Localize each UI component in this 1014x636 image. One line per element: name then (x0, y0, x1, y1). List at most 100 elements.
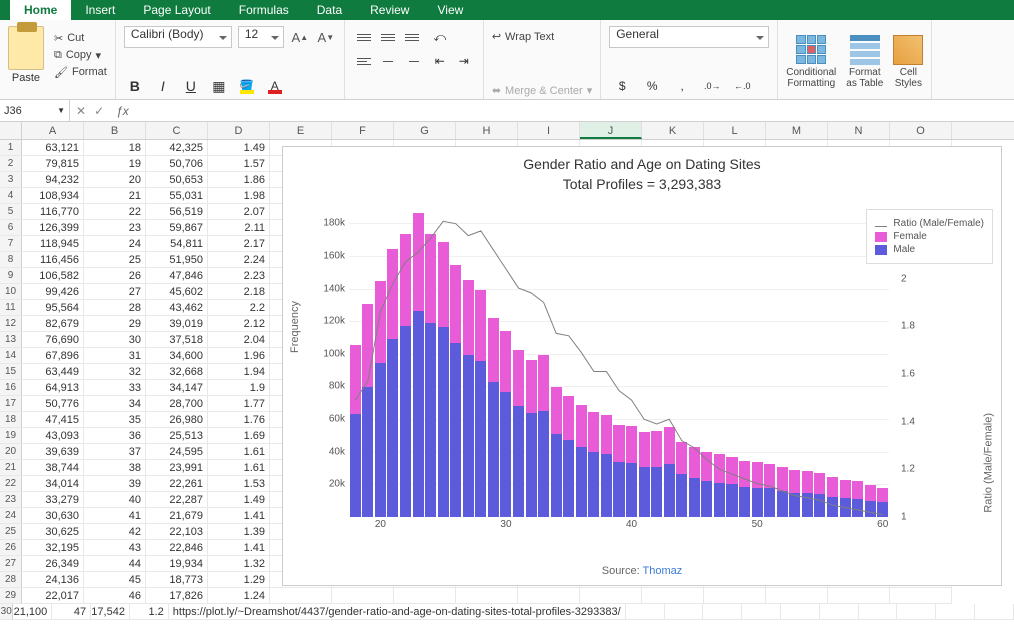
row-header[interactable]: 26 (0, 540, 22, 556)
cell[interactable]: 39,019 (146, 316, 208, 332)
cell[interactable]: 24,136 (22, 572, 84, 588)
column-header[interactable]: O (890, 122, 952, 139)
cell[interactable]: 1.49 (208, 492, 270, 508)
cell[interactable]: 1.41 (208, 540, 270, 556)
row-header[interactable]: 22 (0, 476, 22, 492)
cell[interactable]: 1.39 (208, 524, 270, 540)
cell[interactable]: 43,462 (146, 300, 208, 316)
font-size-select[interactable]: 12 (238, 26, 284, 48)
cell[interactable] (936, 604, 975, 620)
formula-input[interactable] (129, 100, 1014, 121)
comma-button[interactable]: , (669, 75, 695, 97)
cell[interactable]: 56,519 (146, 204, 208, 220)
cell[interactable] (270, 588, 332, 604)
cell[interactable]: 37 (84, 444, 146, 460)
tab-formulas[interactable]: Formulas (225, 0, 303, 20)
cell[interactable]: 26,349 (22, 556, 84, 572)
cell[interactable]: 41 (84, 508, 146, 524)
cell[interactable]: 1.94 (208, 364, 270, 380)
row-header[interactable]: 10 (0, 284, 22, 300)
cell[interactable]: https://plot.ly/~Dreamshot/4437/gender-r… (169, 604, 626, 620)
cell[interactable] (456, 588, 518, 604)
column-header[interactable]: L (704, 122, 766, 139)
row-header[interactable]: 8 (0, 252, 22, 268)
cell[interactable]: 1.61 (208, 460, 270, 476)
cell[interactable] (828, 588, 890, 604)
cell[interactable]: 108,934 (22, 188, 84, 204)
increase-decimal-button[interactable]: .0→ (699, 75, 725, 97)
row-header[interactable]: 1 (0, 140, 22, 156)
cell[interactable]: 47 (52, 604, 91, 620)
italic-button[interactable]: I (152, 75, 174, 97)
cell[interactable]: 43 (84, 540, 146, 556)
cell[interactable]: 1.76 (208, 412, 270, 428)
cell[interactable]: 54,811 (146, 236, 208, 252)
row-header[interactable]: 25 (0, 524, 22, 540)
cell[interactable]: 1.49 (208, 140, 270, 156)
row-header[interactable]: 16 (0, 380, 22, 396)
row-header[interactable]: 14 (0, 348, 22, 364)
cell[interactable] (704, 588, 766, 604)
clipboard-icon[interactable] (8, 26, 44, 70)
paste-button[interactable]: Paste (12, 72, 40, 84)
column-header[interactable]: M (766, 122, 828, 139)
align-left-button[interactable] (353, 50, 375, 72)
cell[interactable]: 36 (84, 428, 146, 444)
cell[interactable]: 1.57 (208, 156, 270, 172)
border-button[interactable]: ▦ (208, 75, 230, 97)
cell[interactable]: 2.18 (208, 284, 270, 300)
cell[interactable]: 2.17 (208, 236, 270, 252)
row-header[interactable]: 7 (0, 236, 22, 252)
format-painter-button[interactable]: 🖌 Format (54, 66, 107, 79)
cell[interactable]: 1.32 (208, 556, 270, 572)
cell[interactable]: 42 (84, 524, 146, 540)
font-color-button[interactable]: A (264, 75, 286, 97)
cell[interactable]: 24 (84, 236, 146, 252)
embedded-chart[interactable]: Gender Ratio and Age on Dating Sites Tot… (282, 146, 1002, 586)
cell[interactable]: 22,017 (22, 588, 84, 604)
increase-font-button[interactable]: A▲ (290, 27, 310, 47)
cell[interactable]: 19,934 (146, 556, 208, 572)
name-box[interactable]: J36 ▼ (0, 100, 70, 121)
cell[interactable]: 67,896 (22, 348, 84, 364)
cell[interactable] (642, 588, 704, 604)
cell[interactable] (626, 604, 665, 620)
source-link[interactable]: Thomaz (643, 565, 683, 577)
cell[interactable]: 46 (84, 588, 146, 604)
format-as-table-button[interactable]: Format as Table (846, 35, 883, 89)
cell[interactable]: 1.86 (208, 172, 270, 188)
align-center-button[interactable] (377, 50, 399, 72)
cell[interactable]: 1.96 (208, 348, 270, 364)
column-header[interactable]: A (22, 122, 84, 139)
underline-button[interactable]: U (180, 75, 202, 97)
cell[interactable]: 63,121 (22, 140, 84, 156)
decrease-indent-button[interactable]: ⇤ (429, 50, 451, 72)
cell[interactable]: 25,513 (146, 428, 208, 444)
column-header[interactable]: C (146, 122, 208, 139)
cell[interactable]: 22,103 (146, 524, 208, 540)
cell[interactable]: 26 (84, 268, 146, 284)
wrap-text-button[interactable]: ↩ Wrap Text (492, 30, 592, 43)
cell[interactable]: 29 (84, 316, 146, 332)
cell[interactable]: 1.69 (208, 428, 270, 444)
cell[interactable]: 22,261 (146, 476, 208, 492)
cell[interactable]: 30,625 (22, 524, 84, 540)
row-header[interactable]: 15 (0, 364, 22, 380)
row-header[interactable]: 18 (0, 412, 22, 428)
align-middle-button[interactable] (377, 26, 399, 48)
accept-formula-icon[interactable]: ✓ (94, 104, 104, 118)
row-header[interactable]: 27 (0, 556, 22, 572)
row-header[interactable]: 3 (0, 172, 22, 188)
cell[interactable]: 1.29 (208, 572, 270, 588)
cell[interactable]: 34,600 (146, 348, 208, 364)
cell[interactable]: 118,945 (22, 236, 84, 252)
cell[interactable]: 17,542 (91, 604, 130, 620)
align-right-button[interactable] (401, 50, 423, 72)
tab-insert[interactable]: Insert (71, 0, 129, 20)
cell[interactable]: 38,744 (22, 460, 84, 476)
cell[interactable]: 64,913 (22, 380, 84, 396)
select-all-corner[interactable] (0, 122, 22, 139)
column-header[interactable]: J (580, 122, 642, 139)
cell[interactable]: 2.12 (208, 316, 270, 332)
conditional-formatting-button[interactable]: Conditional Formatting (786, 35, 836, 89)
